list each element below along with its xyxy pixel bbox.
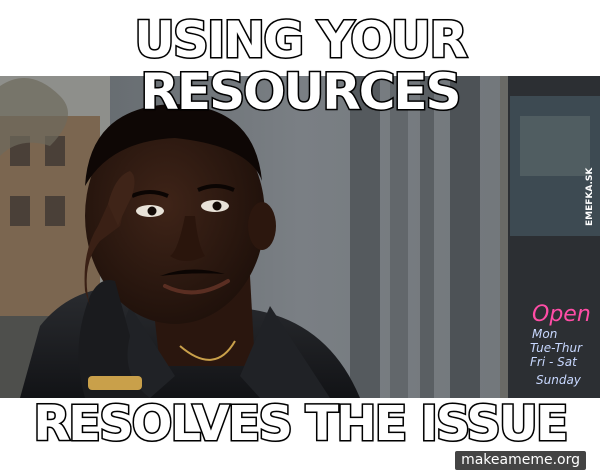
sign-hours-line-4: Sunday — [536, 373, 582, 387]
meme-canvas: Open Mon Tue-Thur Fri - Sat Sunday EMEFK… — [0, 0, 600, 476]
site-watermark: makeameme.org — [455, 451, 586, 470]
man-tapping-temple-photo: Open Mon Tue-Thur Fri - Sat Sunday EMEFK… — [0, 76, 600, 398]
sign-hours-line-2: Tue-Thur — [530, 341, 583, 355]
side-watermark: EMEFKA.SK — [585, 167, 595, 226]
neon-open-sign: Open — [532, 302, 591, 327]
top-caption: USING YOUR RESOURCES — [0, 11, 600, 121]
sign-hours-line-3: Fri - Sat — [530, 355, 578, 369]
top-caption-line-1: USING YOUR — [133, 11, 470, 69]
top-caption-line-2: RESOURCES — [139, 63, 463, 121]
bottom-caption: RESOLVES THE ISSUE — [32, 395, 570, 454]
sign-hours-line-1: Mon — [532, 327, 557, 341]
